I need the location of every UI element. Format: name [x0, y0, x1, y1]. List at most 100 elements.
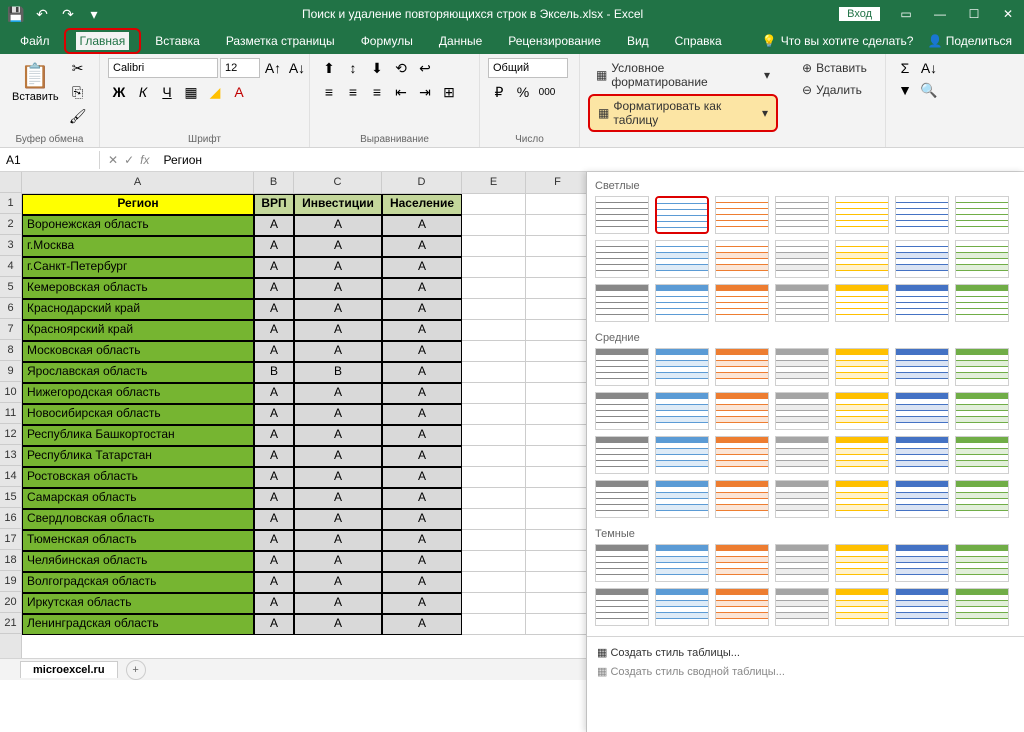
table-style-swatch[interactable]: [835, 240, 889, 278]
table-style-swatch[interactable]: [595, 348, 649, 386]
empty-cell[interactable]: [526, 215, 590, 236]
tab-help[interactable]: Справка: [663, 30, 734, 52]
data-cell[interactable]: A: [382, 614, 462, 635]
table-style-swatch[interactable]: [775, 436, 829, 474]
table-style-swatch[interactable]: [595, 392, 649, 430]
data-cell[interactable]: A: [294, 467, 382, 488]
data-cell[interactable]: A: [294, 446, 382, 467]
data-cell[interactable]: A: [254, 404, 294, 425]
table-style-swatch[interactable]: [835, 348, 889, 386]
empty-cell[interactable]: [462, 383, 526, 404]
empty-cell[interactable]: [462, 488, 526, 509]
find-icon[interactable]: 🔍: [918, 80, 940, 100]
table-style-swatch[interactable]: [595, 284, 649, 322]
data-cell[interactable]: A: [254, 341, 294, 362]
format-as-table-button[interactable]: ▦ Форматировать как таблицу ▾: [588, 94, 778, 132]
align-middle-icon[interactable]: ↕: [342, 58, 364, 78]
table-style-swatch[interactable]: [655, 348, 709, 386]
table-style-swatch[interactable]: [895, 284, 949, 322]
align-right-icon[interactable]: ≡: [366, 82, 388, 102]
data-cell[interactable]: A: [382, 446, 462, 467]
empty-cell[interactable]: [526, 257, 590, 278]
empty-cell[interactable]: [526, 488, 590, 509]
region-cell[interactable]: Челябинская область: [22, 551, 254, 572]
table-style-swatch[interactable]: [835, 480, 889, 518]
table-style-swatch[interactable]: [895, 392, 949, 430]
empty-cell[interactable]: [462, 425, 526, 446]
row-header[interactable]: 18: [0, 550, 21, 571]
table-style-swatch[interactable]: [955, 588, 1009, 626]
header-cell[interactable]: Регион: [22, 194, 254, 215]
row-header[interactable]: 20: [0, 592, 21, 613]
empty-cell[interactable]: [462, 446, 526, 467]
data-cell[interactable]: A: [254, 446, 294, 467]
empty-cell[interactable]: [526, 194, 590, 215]
table-style-swatch[interactable]: [655, 196, 709, 234]
table-style-swatch[interactable]: [655, 588, 709, 626]
tab-layout[interactable]: Разметка страницы: [214, 30, 347, 52]
table-style-swatch[interactable]: [955, 348, 1009, 386]
table-style-swatch[interactable]: [835, 544, 889, 582]
empty-cell[interactable]: [462, 236, 526, 257]
thousands-icon[interactable]: 000: [536, 82, 558, 102]
table-style-swatch[interactable]: [895, 544, 949, 582]
table-style-swatch[interactable]: [775, 544, 829, 582]
tab-insert[interactable]: Вставка: [143, 30, 212, 52]
table-style-swatch[interactable]: [715, 196, 769, 234]
empty-cell[interactable]: [526, 530, 590, 551]
data-cell[interactable]: A: [382, 257, 462, 278]
sort-icon[interactable]: A↓: [918, 58, 940, 78]
table-style-swatch[interactable]: [595, 588, 649, 626]
currency-icon[interactable]: ₽: [488, 82, 510, 102]
data-cell[interactable]: A: [382, 362, 462, 383]
row-header[interactable]: 15: [0, 487, 21, 508]
table-style-swatch[interactable]: [955, 284, 1009, 322]
data-cell[interactable]: A: [382, 488, 462, 509]
data-cell[interactable]: A: [382, 467, 462, 488]
data-cell[interactable]: A: [294, 614, 382, 635]
table-style-swatch[interactable]: [655, 392, 709, 430]
header-cell[interactable]: ВРП: [254, 194, 294, 215]
save-icon[interactable]: 💾: [4, 2, 28, 26]
region-cell[interactable]: Свердловская область: [22, 509, 254, 530]
new-table-style-button[interactable]: ▦ Создать стиль таблицы...: [597, 643, 1014, 662]
table-style-swatch[interactable]: [655, 480, 709, 518]
table-style-swatch[interactable]: [895, 196, 949, 234]
empty-cell[interactable]: [462, 362, 526, 383]
empty-cell[interactable]: [462, 593, 526, 614]
table-style-swatch[interactable]: [595, 240, 649, 278]
decrease-font-icon[interactable]: A↓: [286, 58, 308, 78]
region-cell[interactable]: Самарская область: [22, 488, 254, 509]
empty-cell[interactable]: [462, 614, 526, 635]
ribbon-options-icon[interactable]: ▭: [890, 2, 922, 26]
empty-cell[interactable]: [526, 404, 590, 425]
data-cell[interactable]: A: [382, 320, 462, 341]
data-cell[interactable]: A: [294, 383, 382, 404]
row-header[interactable]: 3: [0, 235, 21, 256]
empty-cell[interactable]: [526, 299, 590, 320]
table-style-swatch[interactable]: [835, 392, 889, 430]
data-cell[interactable]: A: [294, 530, 382, 551]
row-header[interactable]: 6: [0, 298, 21, 319]
col-header-f[interactable]: F: [526, 172, 590, 193]
table-style-swatch[interactable]: [955, 544, 1009, 582]
table-style-swatch[interactable]: [955, 436, 1009, 474]
increase-indent-icon[interactable]: ⇥: [414, 82, 436, 102]
region-cell[interactable]: Нижегородская область: [22, 383, 254, 404]
font-color-icon[interactable]: A: [228, 82, 250, 102]
cancel-formula-icon[interactable]: ✕: [108, 153, 118, 167]
region-cell[interactable]: Красноярский край: [22, 320, 254, 341]
tell-me-search[interactable]: 💡 Что вы хотите сделать?: [762, 34, 914, 48]
data-cell[interactable]: A: [254, 530, 294, 551]
data-cell[interactable]: A: [254, 320, 294, 341]
region-cell[interactable]: Ростовская область: [22, 467, 254, 488]
col-header-b[interactable]: B: [254, 172, 294, 193]
select-all-corner[interactable]: [0, 172, 21, 193]
empty-cell[interactable]: [462, 299, 526, 320]
data-cell[interactable]: B: [294, 362, 382, 383]
empty-cell[interactable]: [526, 320, 590, 341]
table-style-swatch[interactable]: [895, 588, 949, 626]
empty-cell[interactable]: [526, 446, 590, 467]
data-cell[interactable]: A: [382, 530, 462, 551]
font-name-combo[interactable]: Calibri: [108, 58, 218, 78]
